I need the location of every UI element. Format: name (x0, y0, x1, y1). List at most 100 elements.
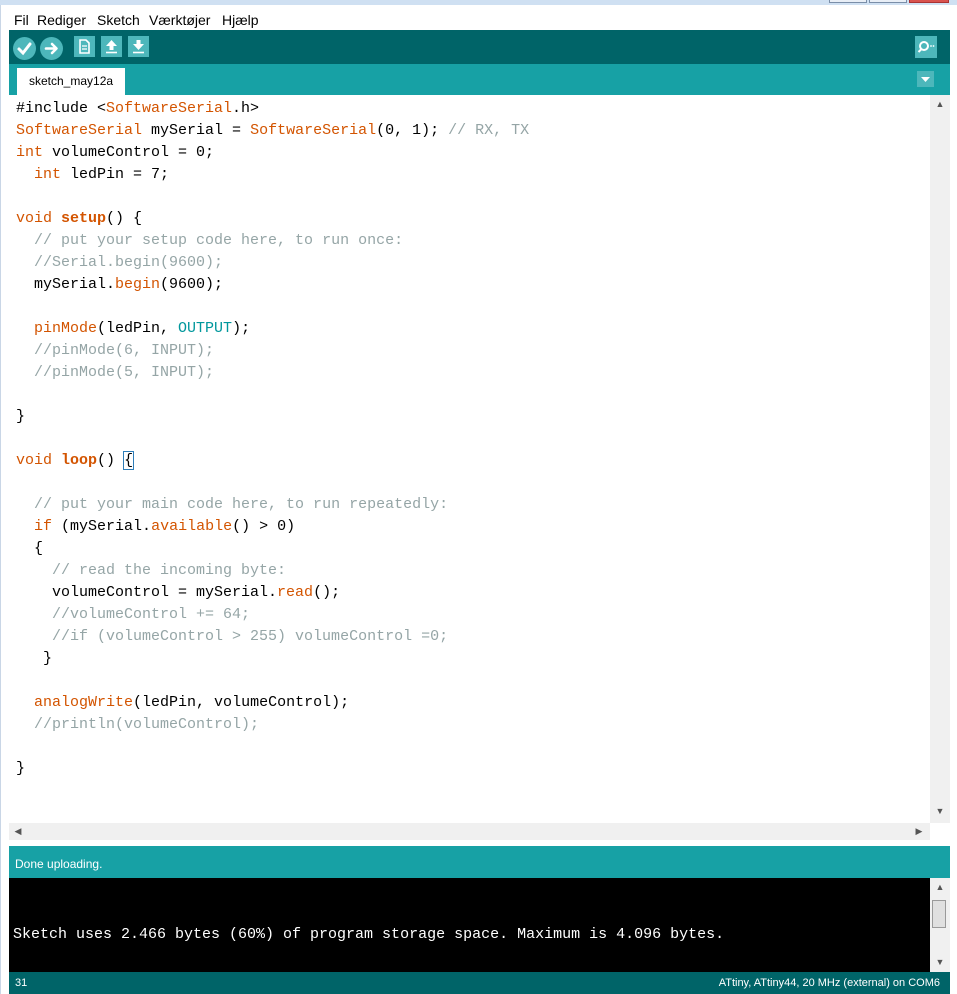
menu-bar: Fil Rediger Sketch Værktøjer Hjælp (0, 5, 957, 30)
close-window-button[interactable] (909, 0, 949, 3)
scroll-right-arrow-icon[interactable]: ▶ (911, 823, 927, 839)
code-token: loop (61, 452, 98, 469)
code-token: analogWrite (34, 694, 134, 711)
menu-file[interactable]: Fil (12, 10, 31, 30)
code-token: () { (106, 210, 143, 227)
code-token: pinMode (34, 320, 98, 337)
verify-button[interactable] (13, 37, 36, 60)
editor-vertical-scrollbar[interactable]: ▲ ▼ (930, 95, 950, 823)
code-line: //volumeControl += 64; (16, 604, 529, 626)
menu-sketch[interactable]: Sketch (95, 10, 142, 30)
menu-edit[interactable]: Rediger (35, 10, 88, 30)
status-bar: Done uploading. (9, 846, 950, 878)
code-line: //pinMode(6, INPUT); (16, 340, 529, 362)
editor-horizontal-scrollbar[interactable]: ◀ ▶ (9, 823, 930, 840)
code-token: read (277, 584, 314, 601)
minimize-button[interactable] (829, 0, 867, 3)
console-vertical-scrollbar[interactable]: ▲ ▼ (930, 878, 950, 972)
code-token: ledPin = 7; (61, 166, 170, 183)
code-token: (); (313, 584, 341, 601)
footer-bar: 31 ATtiny, ATtiny44, 20 MHz (external) o… (9, 972, 950, 994)
code-line: void loop() { (16, 450, 529, 472)
save-arrow-down-icon (133, 40, 144, 54)
code-line: { (16, 538, 529, 560)
code-line: SoftwareSerial mySerial = SoftwareSerial… (16, 120, 529, 142)
open-arrow-up-icon (106, 40, 117, 54)
code-line: //if (volumeControl > 255) volumeControl… (16, 626, 529, 648)
console-scroll-thumb[interactable] (932, 900, 946, 928)
line-number: 31 (15, 977, 28, 989)
serial-monitor-button[interactable] (915, 36, 937, 58)
scroll-up-arrow-icon[interactable]: ▲ (932, 96, 948, 112)
menu-tools[interactable]: Værktøjer (147, 10, 212, 30)
code-token: //volumeControl += 64; (52, 606, 251, 623)
code-token: (0, 1); (376, 122, 449, 139)
scroll-down-arrow-icon[interactable]: ▼ (932, 803, 948, 819)
code-line: analogWrite(ledPin, volumeControl); (16, 692, 529, 714)
console-output: Sketch uses 2.466 bytes (60%) of program… (9, 878, 930, 972)
new-file-icon (79, 39, 90, 54)
code-token: void (16, 452, 53, 469)
tab-menu-button[interactable] (917, 71, 934, 87)
open-button[interactable] (101, 36, 122, 57)
code-line: // put your main code here, to run repea… (16, 494, 529, 516)
console-scroll-down-arrow-icon[interactable]: ▼ (932, 954, 948, 970)
code-token: // put your setup code here, to run once… (34, 232, 404, 249)
code-line: int volumeControl = 0; (16, 142, 529, 164)
code-token: } (16, 650, 53, 667)
console-line: Sketch uses 2.466 bytes (60%) of program… (13, 926, 725, 943)
code-token: (mySerial. (52, 518, 152, 535)
toolbar (9, 30, 950, 64)
new-button[interactable] (74, 36, 95, 57)
maximize-button[interactable] (869, 0, 907, 3)
code-token: #include < (16, 100, 107, 117)
code-line: void setup() { (16, 208, 529, 230)
tab-bar: sketch_may12a (9, 64, 950, 95)
code-content: #include < SoftwareSerial .h> SoftwareSeria… (16, 98, 529, 780)
code-token: SoftwareSerial (16, 122, 143, 139)
code-line: int ledPin = 7; (16, 164, 529, 186)
code-token: mySerial. (16, 276, 116, 293)
code-line: } (16, 406, 529, 428)
code-token: begin (115, 276, 161, 293)
code-editor[interactable]: #include < SoftwareSerial .h> SoftwareSeria… (9, 95, 930, 823)
code-token: } (16, 760, 26, 777)
code-line: if (mySerial.available() > 0) (16, 516, 529, 538)
code-token: { (16, 540, 44, 557)
upload-button[interactable] (40, 37, 63, 60)
code-token: .h> (232, 100, 260, 117)
code-token: SoftwareSerial (250, 122, 377, 139)
code-token: //Serial.begin(9600); (34, 254, 224, 271)
console-scroll-up-arrow-icon[interactable]: ▲ (932, 879, 948, 895)
code-line: //pinMode(5, INPUT); (16, 362, 529, 384)
code-token: setup (61, 210, 107, 227)
menu-help[interactable]: Hjælp (220, 10, 261, 30)
code-token: mySerial = (142, 122, 251, 139)
code-token: (ledPin, volumeControl); (133, 694, 350, 711)
code-token: } (16, 408, 26, 425)
scroll-left-arrow-icon[interactable]: ◀ (10, 823, 26, 839)
code-token: ); (232, 320, 251, 337)
tab-sketch[interactable]: sketch_may12a (17, 68, 126, 95)
code-token: int (34, 166, 62, 183)
checkmark-icon (17, 42, 32, 56)
code-line: //println(volumeControl); (16, 714, 529, 736)
code-line: // read the incoming byte: (16, 560, 529, 582)
save-button[interactable] (128, 36, 149, 57)
